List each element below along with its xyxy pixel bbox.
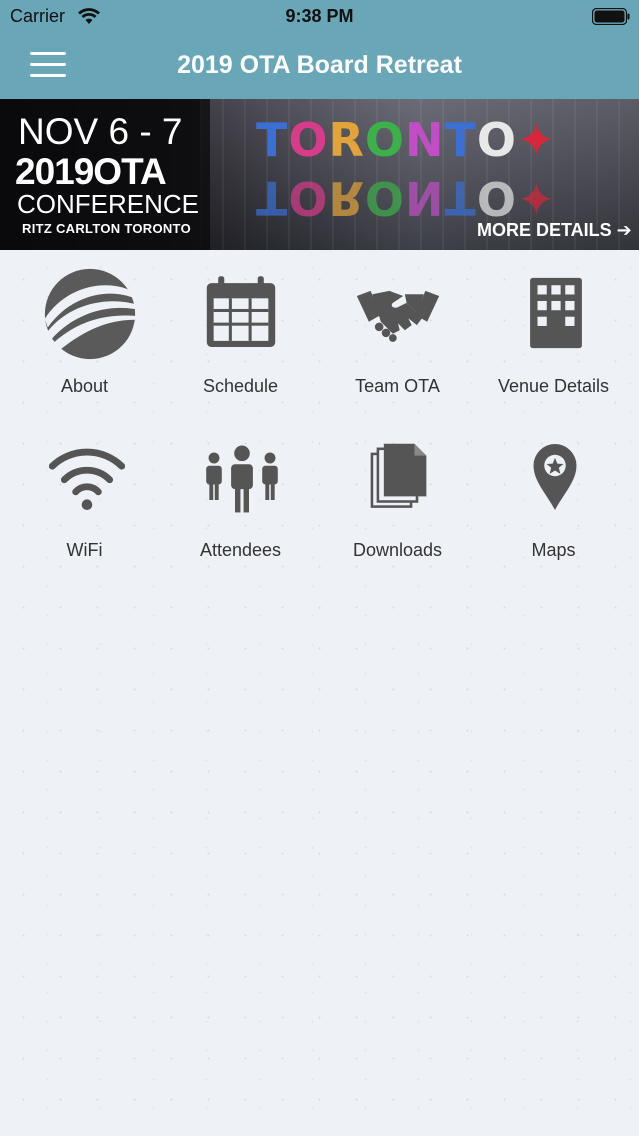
tile-maps-label: Maps — [531, 540, 576, 560]
about-logo-icon — [44, 268, 137, 360]
tile-team-ota-label: Team OTA — [355, 376, 440, 396]
people-icon — [206, 445, 278, 513]
tile-venue-details-label: Venue Details — [497, 376, 610, 396]
tile-about-label: About — [60, 376, 109, 396]
more-details-link[interactable]: MORE DETAILS ➔ — [477, 220, 632, 241]
banner-venue: RITZ CARLTON TORONTO — [22, 221, 191, 236]
banner-conference: CONFERENCE — [17, 189, 200, 219]
tile-wifi-label: WiFi — [66, 540, 103, 560]
handshake-icon — [356, 290, 440, 342]
toronto-sign-reflection: TORONTO✦ — [256, 171, 557, 225]
tile-maps[interactable]: Maps — [474, 414, 633, 574]
tile-wifi[interactable]: WiFi — [5, 414, 164, 574]
map-pin-icon — [533, 444, 577, 510]
tile-schedule-label: Schedule — [202, 376, 279, 396]
top-bar: Carrier 9:38 PM 2019 OTA Board Retreat — [0, 0, 639, 99]
status-bar: Carrier 9:38 PM — [0, 0, 639, 34]
wifi-icon — [49, 448, 125, 510]
calendar-icon — [206, 276, 276, 347]
tile-downloads[interactable]: Downloads — [318, 414, 477, 574]
tile-team-ota[interactable]: Team OTA — [318, 250, 477, 410]
documents-icon — [370, 443, 427, 508]
tile-downloads-label: Downloads — [352, 540, 443, 560]
tile-about[interactable]: About — [5, 250, 164, 410]
tile-attendees-label: Attendees — [199, 540, 282, 560]
nav-bar: 2019 OTA Board Retreat — [0, 34, 639, 99]
tile-venue-details[interactable]: Venue Details — [474, 250, 633, 410]
event-banner[interactable]: TORONTO✦ TORONTO✦ NOV 6 - 7 2019OTA CONF… — [0, 99, 639, 250]
building-icon — [530, 277, 582, 349]
tile-schedule[interactable]: Schedule — [161, 250, 320, 410]
banner-date: NOV 6 - 7 — [18, 111, 183, 152]
tile-attendees[interactable]: Attendees — [161, 414, 320, 574]
banner-year: 2019OTA — [15, 151, 167, 192]
battery-icon — [592, 8, 630, 25]
page-title: 2019 OTA Board Retreat — [177, 51, 462, 79]
clock: 9:38 PM — [285, 6, 354, 26]
toronto-sign-image: TORONTO✦ — [256, 113, 557, 167]
